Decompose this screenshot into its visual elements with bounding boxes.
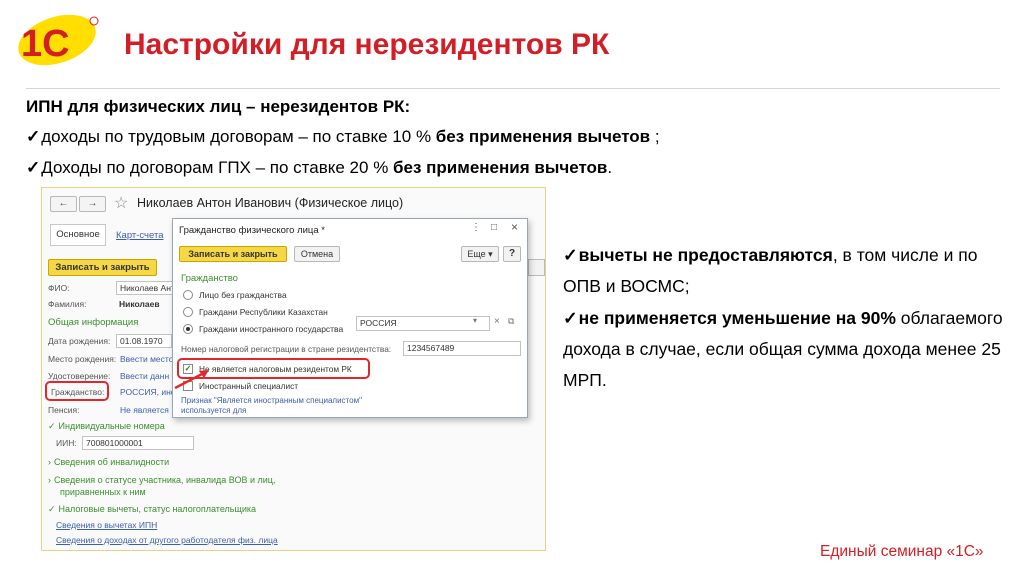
pointer-arrow-icon: [174, 370, 209, 390]
other-employer-income-link[interactable]: Сведения о доходах от другого работодате…: [56, 535, 278, 545]
ipn-deductions-link[interactable]: Сведения о вычетах ИПН: [56, 520, 157, 530]
bullet-gph-contracts: ✓Доходы по договорам ГПХ – по ставке 20 …: [26, 158, 613, 177]
dob-field[interactable]: 01.08.1970: [116, 334, 172, 348]
note-no-90-reduction: ✓не применяется уменьшение на 90% облага…: [563, 308, 1003, 390]
footer-label: Единый семинар «1С»: [820, 543, 984, 560]
general-info-section[interactable]: Общая информация: [48, 317, 138, 328]
window-title: Николаев Антон Иванович (Физическое лицо…: [137, 196, 404, 210]
dialog-save-close-button[interactable]: Записать и закрыть: [179, 246, 287, 262]
dialog-title: Гражданство физического лица *: [179, 225, 325, 236]
person-form-screenshot: ← → ☆ Николаев Антон Иванович (Физическо…: [41, 187, 546, 551]
more-actions-button[interactable]: [528, 259, 545, 276]
birthplace-link[interactable]: Ввести место: [120, 354, 173, 364]
id-document-link[interactable]: Ввести данн: [120, 371, 169, 381]
tax-reg-input[interactable]: 1234567489: [403, 341, 521, 356]
radio-foreign-citizen[interactable]: [183, 324, 193, 334]
dialog-close-icon[interactable]: ×: [511, 220, 518, 234]
citizenship-dialog: Гражданство физического лица * ⋮ □ × Зап…: [172, 218, 528, 418]
radio-stateless[interactable]: [183, 290, 193, 300]
forward-button[interactable]: →: [79, 196, 106, 212]
tax-reg-label: Номер налоговой регистрации в стране рез…: [181, 344, 392, 354]
pension-link[interactable]: Не является: [120, 405, 169, 415]
favorite-star-icon[interactable]: ☆: [114, 193, 128, 213]
1c-logo-icon: 1С: [18, 14, 99, 66]
surname-label: Фамилия:: [48, 299, 87, 309]
country-open-icon[interactable]: ⧉: [508, 316, 514, 327]
check-icon: ✓: [563, 308, 578, 328]
radio-foreign-citizen-label: Граждани иностранного государства: [199, 324, 344, 334]
citizenship-highlight: [45, 381, 109, 401]
section-heading: ИПН для физических лиц – нерезидентов РК…: [26, 97, 411, 116]
citizenship-link[interactable]: РОССИЯ, ино: [120, 387, 176, 397]
tab-card-accounts[interactable]: Карт-счета: [116, 230, 164, 241]
country-input[interactable]: РОССИЯ: [356, 316, 490, 331]
check-icon: ✓: [563, 245, 578, 265]
tax-section[interactable]: ✓ Налоговые вычеты, статус налогоплательщ…: [48, 504, 256, 515]
note-no-deductions: ✓вычеты не предоставляются, в том числе …: [563, 245, 978, 296]
tab-main[interactable]: Основное: [50, 224, 106, 246]
check-icon: ✓: [26, 158, 41, 177]
radio-kz-citizen-label: Граждани Республики Казахстан: [199, 307, 328, 317]
dialog-help-button[interactable]: ?: [503, 246, 521, 262]
bullet-labor-contracts: ✓доходы по трудовым договорам – по ставк…: [26, 127, 660, 146]
birthplace-label: Место рождения:: [48, 354, 117, 364]
logo-text: 1С: [21, 23, 70, 65]
check-icon: ✓: [26, 127, 41, 146]
country-dropdown-icon[interactable]: ▾: [473, 316, 477, 325]
country-clear-icon[interactable]: ×: [494, 316, 500, 327]
dialog-more-button[interactable]: Еще ▾: [461, 246, 499, 262]
header-divider: [26, 88, 1000, 89]
pension-label: Пенсия:: [48, 405, 80, 415]
fio-label: ФИО:: [48, 283, 70, 293]
veteran-section[interactable]: › Сведения о статусе участника, инвалида …: [48, 475, 275, 485]
dob-label: Дата рождения:: [48, 336, 111, 346]
disability-section[interactable]: › Сведения об инвалидности: [48, 457, 169, 467]
dialog-maximize-icon[interactable]: □: [491, 222, 497, 233]
id-label: Удостоверение:: [48, 371, 111, 381]
citizenship-section-heading: Гражданство: [181, 273, 238, 284]
surname-value: Николаев: [119, 299, 160, 309]
iin-label: ИИН:: [56, 438, 77, 448]
radio-stateless-label: Лицо без гражданства: [199, 290, 287, 300]
save-close-button[interactable]: Записать и закрыть: [48, 259, 157, 276]
iin-field[interactable]: 700801000001: [82, 436, 194, 450]
back-button[interactable]: ←: [50, 196, 77, 212]
dialog-menu-icon[interactable]: ⋮: [471, 222, 481, 233]
individual-numbers-section[interactable]: ✓ Индивидуальные номера: [48, 421, 165, 432]
hint-line1: Признак "Является иностранным специалист…: [181, 396, 362, 405]
fio-field[interactable]: Николаев Антон: [116, 281, 184, 295]
foreign-specialist-label: Иностранный специалист: [199, 381, 299, 391]
radio-kz-citizen[interactable]: [183, 307, 193, 317]
hint-line2: используется для: [181, 406, 247, 415]
veteran-section-line2: приравненных к ним: [60, 487, 146, 497]
dialog-cancel-button[interactable]: Отмена: [294, 246, 340, 262]
slide-title: Настройки для нерезидентов РК: [124, 28, 610, 61]
